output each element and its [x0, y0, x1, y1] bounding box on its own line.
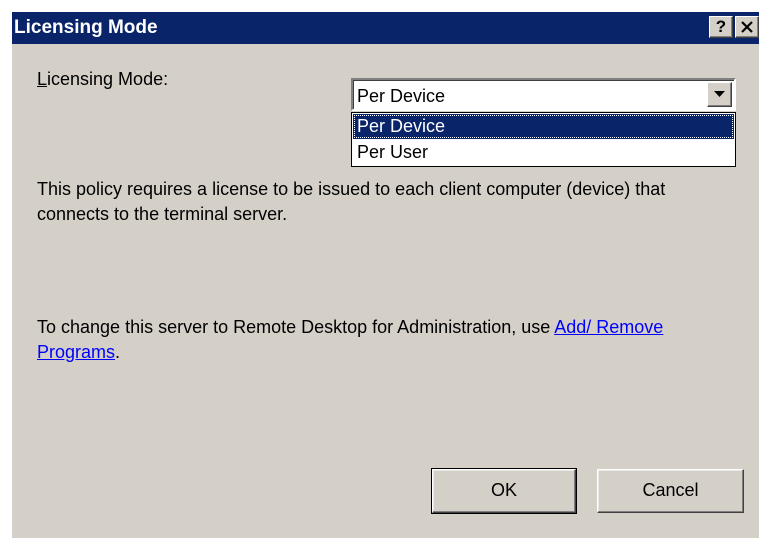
ok-button[interactable]: OK [431, 468, 577, 514]
combobox-value: Per Device [357, 86, 446, 106]
admin-note: To change this server to Remote Desktop … [37, 315, 737, 365]
admin-note-text: To change this server to Remote Desktop … [37, 317, 555, 337]
cancel-button[interactable]: Cancel [597, 469, 744, 513]
help-icon: ? [715, 17, 727, 36]
close-button[interactable] [735, 16, 759, 38]
window-title: Licensing Mode [14, 17, 158, 38]
licensing-mode-dropdown-list[interactable]: Per Device Per User [351, 112, 736, 167]
licensing-mode-label: Licensing Mode: [37, 68, 168, 90]
label-mnemonic: L [37, 69, 48, 89]
close-icon [740, 19, 754, 38]
policy-description: This policy requires a license to be iss… [37, 179, 666, 224]
option-per-user[interactable]: Per User [353, 140, 734, 165]
dialog-body: Licensing Mode: Per Device Per Device Pe… [12, 44, 759, 538]
licensing-mode-dialog: Licensing Mode ? Licensing Mode: Per Dev… [0, 0, 759, 538]
admin-note-suffix: . [115, 342, 121, 362]
background-edge-left [0, 0, 12, 538]
label-text: icensing Mode: [47, 69, 169, 89]
chevron-down-icon [714, 91, 725, 97]
licensing-mode-combobox[interactable]: Per Device [351, 78, 736, 111]
help-button[interactable]: ? [709, 16, 733, 38]
title-bar[interactable]: Licensing Mode ? [12, 12, 759, 44]
background-edge-top [0, 0, 759, 12]
dropdown-arrow-button[interactable] [707, 82, 732, 107]
option-per-device[interactable]: Per Device [353, 114, 734, 139]
